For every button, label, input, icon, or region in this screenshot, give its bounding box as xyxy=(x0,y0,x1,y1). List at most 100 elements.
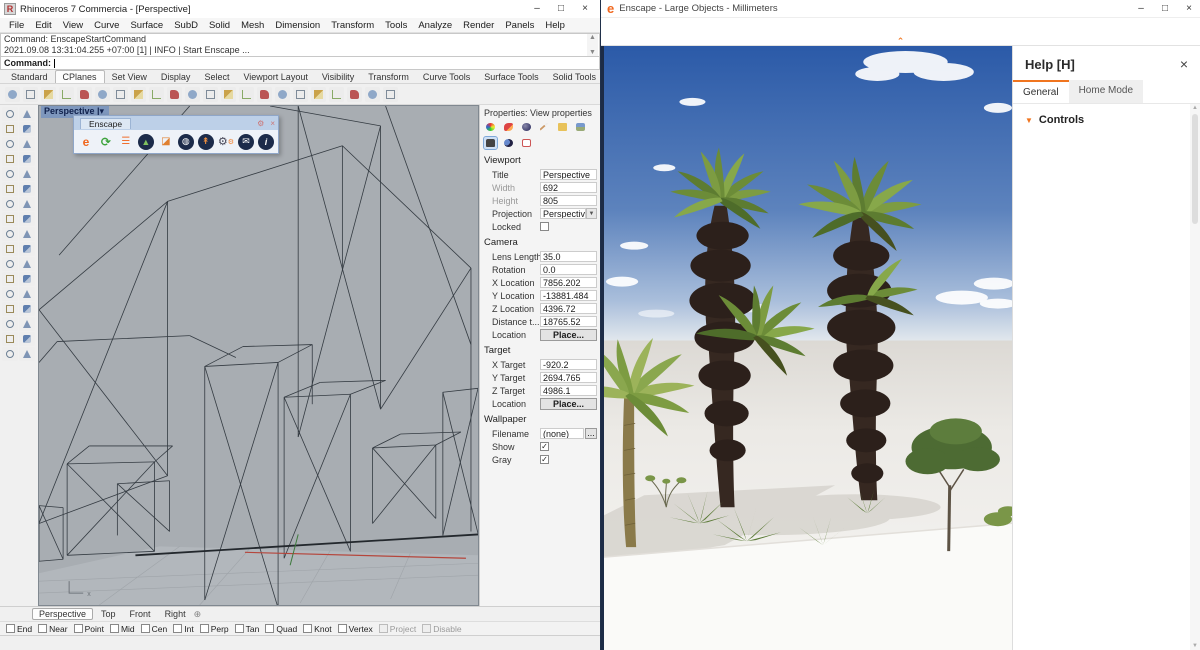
maximize-button[interactable]: □ xyxy=(550,2,572,16)
perspective-viewport[interactable]: x Perspective |▾ Enscape ⚙ × e ⟳ ☰ ▲ xyxy=(38,105,479,606)
rhino-toolbar-icon[interactable] xyxy=(329,87,344,102)
rhino-tool-icon[interactable] xyxy=(19,287,35,301)
rhino-tool-icon[interactable] xyxy=(2,272,18,286)
feedback-icon[interactable]: ✉ xyxy=(238,133,254,150)
rhino-tool-icon[interactable] xyxy=(19,107,35,121)
render-viewport[interactable] xyxy=(601,46,1012,650)
menu-subd[interactable]: SubD xyxy=(169,19,203,32)
rhino-tool-icon[interactable] xyxy=(2,167,18,181)
rhino-toolbar-icon[interactable] xyxy=(113,87,128,102)
lens-icon[interactable] xyxy=(502,137,515,149)
osnap-disable[interactable]: Disable xyxy=(422,624,461,634)
new-viewport-icon[interactable]: ⊕ xyxy=(194,609,202,620)
rhino-toolbar-icon[interactable] xyxy=(5,87,20,102)
property-value[interactable]: 4396.72 xyxy=(540,303,597,314)
property-value[interactable]: 35.0 xyxy=(540,251,597,262)
enscape-plugin-titlebar[interactable]: Enscape ⚙ × xyxy=(74,116,278,130)
rhino-tool-icon[interactable] xyxy=(2,152,18,166)
property-value[interactable]: -13881.484 xyxy=(540,290,597,301)
rhino-tool-icon[interactable] xyxy=(19,302,35,316)
image-icon[interactable] xyxy=(574,121,587,133)
menu-view[interactable]: View xyxy=(58,19,88,32)
material-editor-icon[interactable]: ◪ xyxy=(158,133,174,150)
display-rect-icon[interactable] xyxy=(520,137,533,149)
toolbar-tab-surface-tools[interactable]: Surface Tools xyxy=(477,71,545,83)
checkbox[interactable] xyxy=(110,624,119,633)
rhino-tool-icon[interactable] xyxy=(19,167,35,181)
rhino-tool-icon[interactable] xyxy=(19,197,35,211)
osnap-mid[interactable]: Mid xyxy=(110,624,135,634)
toolbar-tab-solid-tools[interactable]: Solid Tools xyxy=(546,71,600,83)
toolbar-tab-select[interactable]: Select xyxy=(197,71,236,83)
maximize-button[interactable]: □ xyxy=(1154,2,1176,16)
osnap-quad[interactable]: Quad xyxy=(265,624,297,634)
enscape-start-icon[interactable]: e xyxy=(78,133,94,150)
toolbar-tab-visibility[interactable]: Visibility xyxy=(315,71,361,83)
material-shell-icon[interactable] xyxy=(502,121,515,133)
rhino-toolbar-icon[interactable] xyxy=(185,87,200,102)
property-value[interactable]: 4986.1 xyxy=(540,385,597,396)
checkbox[interactable] xyxy=(74,624,83,633)
rhino-tool-icon[interactable] xyxy=(2,242,18,256)
enscape-plugin-toolbar[interactable]: Enscape ⚙ × e ⟳ ☰ ▲ ◪ ◍ ↟ ⚙⚙ ✉ xyxy=(73,115,279,154)
menu-render[interactable]: Render xyxy=(458,19,499,32)
osnap-point[interactable]: Point xyxy=(74,624,104,634)
panel-close-icon[interactable]: × xyxy=(267,119,278,128)
dropdown-arrow-icon[interactable]: ▼ xyxy=(586,208,597,219)
menu-file[interactable]: File xyxy=(4,19,29,32)
rhino-tool-icon[interactable] xyxy=(19,347,35,361)
property-value[interactable]: Perspective xyxy=(540,169,597,180)
menu-tools[interactable]: Tools xyxy=(380,19,412,32)
viewport-tab-right[interactable]: Right xyxy=(159,609,192,619)
menu-transform[interactable]: Transform xyxy=(326,19,379,32)
menu-help[interactable]: Help xyxy=(540,19,570,32)
enscape-settings-icon[interactable]: ⚙⚙ xyxy=(218,133,234,150)
color-wheel-icon[interactable] xyxy=(484,121,497,133)
enscape-titlebar[interactable]: e Enscape - Large Objects - Millimeters … xyxy=(601,0,1200,18)
rhino-titlebar[interactable]: R Rhinoceros 7 Commercia - [Perspective]… xyxy=(0,0,600,18)
rhino-tool-icon[interactable] xyxy=(19,137,35,151)
rhino-toolbar-icon[interactable] xyxy=(131,87,146,102)
rhino-tool-icon[interactable] xyxy=(2,107,18,121)
rhino-tool-icon[interactable] xyxy=(19,227,35,241)
rhino-tool-icon[interactable] xyxy=(2,257,18,271)
minimize-button[interactable]: – xyxy=(1130,2,1152,16)
property-value[interactable]: 2694.765 xyxy=(540,372,597,383)
checkbox[interactable] xyxy=(6,624,15,633)
checkbox[interactable]: ✓ xyxy=(540,442,549,451)
rhino-toolbar-icon[interactable] xyxy=(221,87,236,102)
rhino-toolbar-icon[interactable] xyxy=(311,87,326,102)
controls-section-header[interactable]: ▼ Controls xyxy=(1025,114,1178,126)
rhino-tool-icon[interactable] xyxy=(2,317,18,331)
close-button[interactable]: × xyxy=(1178,2,1200,16)
rhino-tool-icon[interactable] xyxy=(2,137,18,151)
menu-dimension[interactable]: Dimension xyxy=(270,19,325,32)
rhino-toolbar-icon[interactable] xyxy=(239,87,254,102)
rhino-tool-icon[interactable] xyxy=(2,182,18,196)
tab-home-mode[interactable]: Home Mode xyxy=(1069,80,1143,103)
rhino-toolbar-icon[interactable] xyxy=(365,87,380,102)
property-value[interactable]: (none) xyxy=(540,428,584,439)
rhino-toolbar-icon[interactable] xyxy=(275,87,290,102)
pen-icon[interactable] xyxy=(538,121,551,133)
rhino-toolbar-icon[interactable] xyxy=(383,87,398,102)
rhino-tool-icon[interactable] xyxy=(19,212,35,226)
checkbox[interactable] xyxy=(38,624,47,633)
rhino-toolbar-icon[interactable] xyxy=(203,87,218,102)
viewport-tab-top[interactable]: Top xyxy=(95,609,122,619)
about-icon[interactable]: i xyxy=(258,133,274,150)
texture-globe-icon[interactable] xyxy=(520,121,533,133)
camera-icon[interactable] xyxy=(484,137,497,149)
checkbox[interactable]: ✓ xyxy=(540,455,549,464)
rhino-tool-icon[interactable] xyxy=(19,122,35,136)
rhino-toolbar-icon[interactable] xyxy=(77,87,92,102)
menu-mesh[interactable]: Mesh xyxy=(236,19,269,32)
minimize-button[interactable]: – xyxy=(526,2,548,16)
checkbox[interactable] xyxy=(338,624,347,633)
toolbar-tab-standard[interactable]: Standard xyxy=(4,71,55,83)
property-value[interactable]: -920.2 xyxy=(540,359,597,370)
osnap-cen[interactable]: Cen xyxy=(141,624,168,634)
command-scrollbar[interactable]: ▲▼ xyxy=(587,34,598,56)
browse-button[interactable]: ... xyxy=(585,428,597,439)
enscape-plugin-tab[interactable]: Enscape xyxy=(80,118,131,129)
